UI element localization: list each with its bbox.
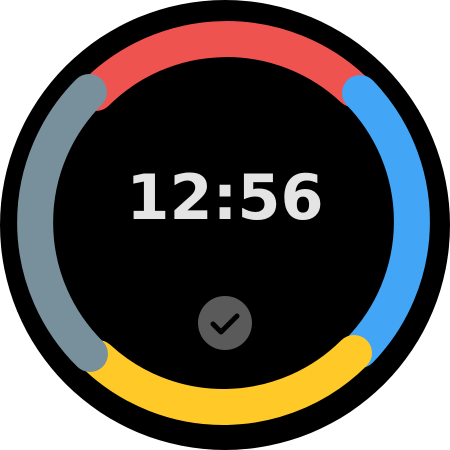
- check-icon: [210, 313, 240, 335]
- time-display: 12:56: [126, 161, 324, 234]
- complication-check-button[interactable]: [198, 296, 252, 350]
- watch-face: 12:56: [0, 0, 450, 450]
